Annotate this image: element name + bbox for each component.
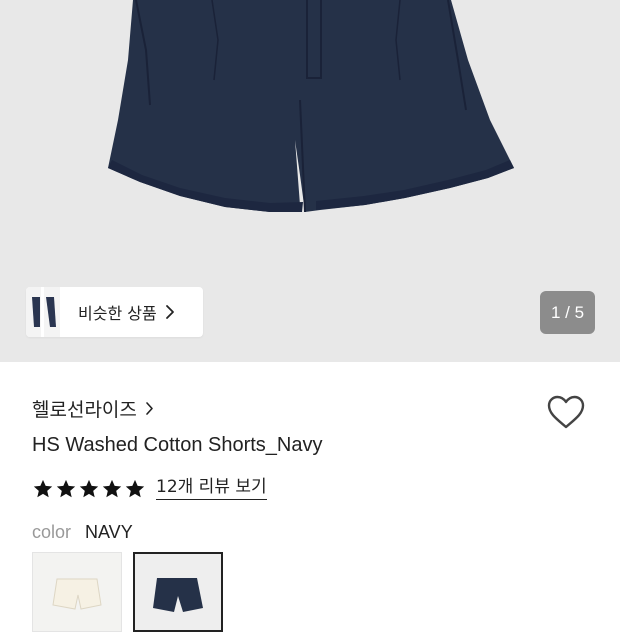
- color-swatch-ivory[interactable]: [32, 552, 122, 632]
- star-icon: [56, 479, 76, 497]
- image-counter: 1 / 5: [540, 291, 595, 334]
- rating-row: 12개 리뷰 보기: [32, 477, 267, 500]
- star-icon: [102, 479, 122, 497]
- brand-name: 헬로선라이즈: [32, 399, 137, 421]
- brand-link[interactable]: 헬로선라이즈: [32, 395, 154, 422]
- star-icon: [33, 479, 53, 497]
- heart-outline-icon: [547, 395, 585, 429]
- star-icon: [79, 479, 99, 497]
- rating-stars: [32, 478, 146, 500]
- similar-thumbnail: [26, 287, 60, 337]
- swatch-image: [135, 554, 221, 630]
- star-icon: [125, 479, 145, 497]
- color-value: NAVY: [85, 522, 133, 542]
- similar-products-label: 비슷한 상품: [78, 304, 157, 323]
- swatch-image: [33, 553, 121, 631]
- similar-products-button[interactable]: 비슷한 상품: [26, 287, 203, 337]
- wishlist-button[interactable]: [546, 394, 586, 434]
- color-row: color NAVY: [32, 522, 133, 543]
- color-swatch-navy[interactable]: [133, 552, 223, 632]
- product-image-gallery[interactable]: 비슷한 상품 1 / 5: [0, 0, 620, 362]
- chevron-right-icon: [165, 304, 175, 320]
- color-label: color: [32, 522, 72, 542]
- chevron-right-icon: [145, 401, 154, 416]
- product-title: HS Washed Cotton Shorts_Navy: [32, 434, 323, 456]
- reviews-link[interactable]: 12개 리뷰 보기: [156, 477, 267, 500]
